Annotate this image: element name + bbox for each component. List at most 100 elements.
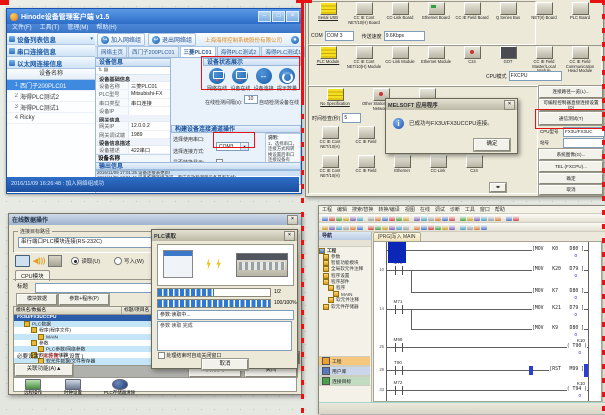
toolbar-icon[interactable] [336,215,342,221]
hinode-titlebar[interactable]: Hinode设备管理客户端 v1.5 – □ × [7,9,301,24]
toolbar-icon[interactable] [474,215,480,221]
device-list-item[interactable]: 1西门子200PLC01 [7,80,95,91]
pc-if-item[interactable]: Q Series Bus [490,2,526,25]
nav-item-软元件存储器[interactable]: 软元件存储器 [319,304,371,310]
close-icon[interactable]: × [504,100,515,110]
gx-menu-item[interactable]: 视图 [405,206,415,213]
instruction-mov[interactable]: [MOV K21 D79 ] [532,306,584,311]
toolbar-icon[interactable] [368,215,374,221]
column-0[interactable]: 模块名/数据名 [14,307,122,314]
toolbar-icon[interactable] [375,215,381,221]
property-row[interactable]: 设备描述422串口 [96,146,170,155]
ladder-editor[interactable]: [MOV K0 D80 ]010M70[MOV K20 D79 ]0[MOV K… [373,241,602,402]
toolbar-icon[interactable] [467,215,473,221]
radio-写入(W)[interactable]: 写入(W) [114,257,144,265]
pc-if-item[interactable]: CC-Link Board [382,2,418,25]
nav-view-tab-连接目标[interactable]: 连接目标 [319,376,370,386]
plc-if-item[interactable]: Ethernet Module [418,46,454,74]
toolbar-icon[interactable] [467,224,473,230]
toolbar-icon[interactable] [329,215,335,221]
toolbar-icon[interactable] [513,215,519,221]
toolbar-icon[interactable] [460,215,466,221]
pc-if-item[interactable]: NET(II) Board [526,2,562,25]
com-value[interactable]: COM 3 [325,31,354,41]
gx-menu-item[interactable]: 转换/编译 [378,206,399,213]
toolbar-icon[interactable] [442,224,448,230]
route-item[interactable]: CC IE Cont NET/10(H) [312,155,348,178]
menu-item[interactable]: 文件(F) [12,25,32,33]
pc-if-item[interactable]: CC IE Field Board [454,2,490,25]
toolbar-icon[interactable] [414,224,420,230]
instruction-rst[interactable]: [RST M99 ] [549,367,584,372]
gx-menu-item[interactable]: 窗口 [480,206,490,213]
plc-if-item[interactable]: CC IE Field Communication Head Module [562,46,598,74]
interval-input[interactable]: 10 [244,95,258,104]
tab-网络主页[interactable]: 网络主页 [97,46,127,57]
toolbar-icon[interactable] [481,224,487,230]
plc-if-item[interactable]: CC IE Cont NET/10(H) Module [346,46,382,74]
toolbar-icon[interactable] [382,215,388,221]
online-titlebar[interactable]: 在线数据操作 × [9,214,301,225]
toolbar-icon[interactable] [368,224,374,230]
nav-view-tab-工程[interactable]: 工程 [319,356,370,366]
related-functions-button[interactable]: 关联功能(A)▲ [15,364,73,376]
plc-if-item[interactable]: CC IE Field Master/Local Module [526,46,562,74]
gx-menu-item[interactable]: 诊断 [450,206,460,213]
radio-读取(U)[interactable]: 读取(U) [71,257,100,265]
toolbar-icon[interactable] [442,215,448,221]
plc-if-item[interactable]: CC-Link Module [382,46,418,74]
toolbar-icon[interactable] [396,224,402,230]
tab-海得PLC测试1[interactable]: 海得PLC测试1 [261,46,305,57]
toolbar-icon[interactable] [421,224,427,230]
route-list-button[interactable]: 连接路径一览(L)... [539,86,603,98]
close-icon[interactable]: × [284,231,295,241]
sidebar-section-0[interactable]: 设备列表信息▾ [7,33,95,45]
menu-item[interactable]: 工具(T) [40,25,60,33]
com-port-select[interactable]: COM3 [216,142,249,151]
toolbar-icon[interactable] [449,215,455,221]
progress-cancel-button[interactable]: 取消 [202,359,248,370]
pc-if-item[interactable]: Serial USB [310,2,346,25]
direct-connect-button[interactable]: 可编程控制器直接连接设置(D) [539,99,603,111]
toolbar-icon[interactable] [435,215,441,221]
tab-海得PLC测试2[interactable]: 海得PLC测试2 [217,46,261,57]
route-item[interactable]: CC IE Cont NET/10(H) [312,126,348,149]
toolbar-icon[interactable] [403,215,409,221]
toolbar-icon[interactable] [343,224,349,230]
toolbar-icon[interactable] [382,224,388,230]
maximize-button[interactable]: □ [272,11,285,22]
related-1[interactable]: 时钟设置 [64,379,82,391]
toolbar-icon[interactable] [357,224,363,230]
cancel-button[interactable]: 取消 [539,185,603,195]
menu-item[interactable]: 帮助(H) [96,25,116,33]
minimize-button[interactable]: – [258,11,271,22]
close-button[interactable]: × [286,11,299,22]
gx-menu-item[interactable]: 搜索/替换 [352,206,373,213]
toolbar-icon[interactable] [488,215,494,221]
nav-toolbar[interactable] [319,240,371,247]
pc-if-item[interactable]: Ethernet Board [418,2,454,25]
instruction-mov[interactable]: [MOV K7 D80 ] [532,289,584,294]
toolbar-icon[interactable] [421,215,427,221]
toolbar-icon[interactable] [322,215,328,221]
instruction-mov[interactable]: [MOV K9 D80 ] [532,326,584,331]
sidebar-section-2[interactable]: 以太网连接信息 [7,57,95,69]
join-network-button[interactable]: ↪ 加入网络组 [97,33,145,46]
toolbar-icon[interactable] [350,224,356,230]
tel-button[interactable]: TEL (FXCPU)... [539,161,603,172]
melsoft-titlebar[interactable]: MELSOFT 应用程序 × [386,99,517,110]
route-pager[interactable]: ◂▸ [490,183,506,192]
melsoft-ok-button[interactable]: 确定 [474,139,510,151]
gx-menu-item[interactable]: 工具 [465,206,475,213]
toolbar-icon[interactable] [495,215,501,221]
sidebar-section-1[interactable]: 串口连接信息 [7,45,95,57]
gx-menu-item[interactable]: 帮助 [495,206,505,213]
toolbar-icon[interactable] [343,215,349,221]
toolbar-icon[interactable] [357,215,363,221]
ok-button[interactable]: 确定 [539,173,603,184]
toolbar-icon[interactable] [428,224,434,230]
toolbar-icon[interactable] [329,224,335,230]
toolbar-icon[interactable] [322,224,328,230]
toolbar-icon[interactable] [428,215,434,221]
tab-三菱PLC01[interactable]: 三菱PLC01 [180,46,216,57]
